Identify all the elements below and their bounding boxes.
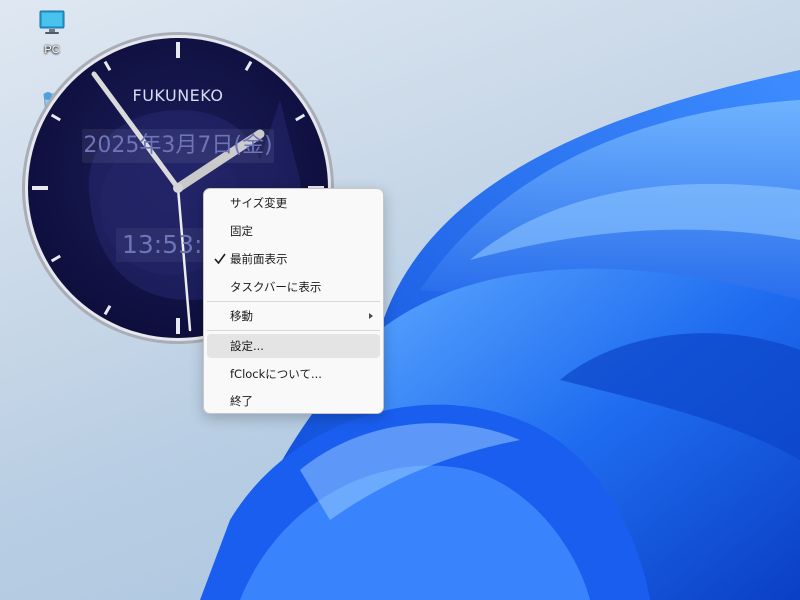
menu-item-settings[interactable]: 設定... <box>207 334 380 358</box>
clock-brand: FUKUNEKO <box>132 86 224 105</box>
menu-item-always-on-top[interactable]: 最前面表示 <box>207 247 380 271</box>
menu-item-label: 設定... <box>230 339 264 353</box>
menu-item-label: 終了 <box>230 394 253 408</box>
menu-item-pin[interactable]: 固定 <box>207 219 380 243</box>
clock-date: 2025年3月7日(金) <box>82 129 274 163</box>
menu-item-label: サイズ変更 <box>230 196 288 210</box>
submenu-arrow-icon <box>369 313 373 319</box>
menu-item-label: タスクバーに表示 <box>230 280 322 294</box>
menu-item-label: 固定 <box>230 224 253 238</box>
menu-item-label: 最前面表示 <box>230 252 288 266</box>
menu-item-label: fClockについて... <box>230 367 322 381</box>
menu-item-resize[interactable]: サイズ変更 <box>207 191 380 215</box>
menu-item-about[interactable]: fClockについて... <box>207 362 380 386</box>
context-menu: サイズ変更 固定 最前面表示 タスクバーに表示 移動 設定... fClockに… <box>203 188 384 414</box>
menu-item-show-in-taskbar[interactable]: タスクバーに表示 <box>207 275 380 299</box>
menu-separator <box>207 301 380 302</box>
checkmark-icon <box>214 253 226 265</box>
menu-item-move[interactable]: 移動 <box>207 304 380 328</box>
menu-separator <box>207 330 380 331</box>
menu-item-label: 移動 <box>230 309 253 323</box>
menu-item-exit[interactable]: 終了 <box>207 389 380 413</box>
